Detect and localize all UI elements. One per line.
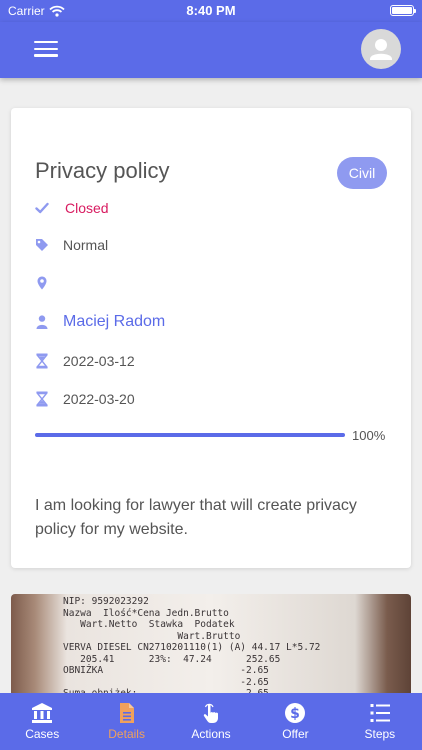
location-pin-icon [35,275,49,291]
case-person-link[interactable]: Maciej Radom [63,313,165,331]
tag-icon [35,237,49,253]
tab-cases-label: Cases [25,727,60,741]
attachment-photo[interactable]: NIP: 9592023292 Nazwa Ilość*Cena Jedn.Bru… [11,594,411,693]
case-details-content[interactable]: Privacy policy Civil Closed Normal Macie [0,78,422,693]
tap-hand-icon [200,702,222,724]
tab-details[interactable]: Details [84,693,168,750]
receipt-line: 205.41 23%: 47.24 252.65 [63,653,281,665]
tab-steps-label: Steps [364,727,396,741]
case-priority: Normal [63,237,109,253]
priority-row: Normal [35,233,108,257]
clock: 8:40 PM [186,3,236,18]
tab-steps[interactable]: Steps [338,693,422,750]
status-bar: Carrier 8:40 PM [0,0,422,22]
receipt-text: NIP: 9592023292 Nazwa Ilość*Cena Jedn.Bru… [63,596,320,693]
progress-bar [35,433,345,437]
receipt-line: OBNIŻKA -2.65 [63,665,269,676]
tab-actions[interactable]: Actions [169,693,253,750]
person-row: Maciej Radom [35,310,165,334]
battery-icon [390,5,416,16]
case-status: Closed [65,200,109,216]
receipt-line: -2.65 [63,676,269,688]
case-start-date: 2022-03-12 [63,353,135,369]
bank-icon [31,702,53,724]
start-date-row: 2022-03-12 [35,349,135,373]
svg-text:$: $ [291,706,301,722]
tab-offer-label: Offer [282,727,309,741]
case-description: I am looking for lawyer that will create… [35,497,357,538]
receipt-line: Wart.Brutto [63,630,241,642]
receipt-line: VERVA DIESEL CN2710201110(1) (A) 44.17 L… [63,642,321,653]
person-icon [35,314,49,330]
hourglass-start-icon [35,353,49,369]
hamburger-menu-icon[interactable] [34,41,58,59]
case-title: Privacy policy [35,158,170,183]
progress-percent: 100% [352,428,386,443]
check-icon [35,200,49,216]
end-date-row: 2022-03-20 [35,387,135,411]
case-category-badge[interactable]: Civil [337,157,387,189]
app-bar [0,22,422,78]
dollar-icon: $ [284,702,306,724]
numbered-list-icon [369,702,391,724]
tab-cases[interactable]: Cases [0,693,84,750]
location-row [35,271,49,295]
tab-details-label: Details [108,727,145,741]
tab-actions-label: Actions [191,727,231,741]
status-row: Closed [35,196,109,220]
document-icon [116,702,138,724]
case-end-date: 2022-03-20 [63,391,135,407]
receipt-line: Nazwa Ilość*Cena Jedn.Brutto [63,607,229,619]
hourglass-end-icon [35,391,49,407]
receipt-line: NIP: 9592023292 [63,596,149,607]
receipt-line: Wart.Netto Stawka Podatek [63,619,235,630]
case-card: Privacy policy Civil Closed Normal Macie [11,108,411,568]
bottom-navigation: Cases Details Actions $ Offer Steps [0,693,422,750]
user-avatar-icon[interactable] [361,29,401,69]
tab-offer[interactable]: $ Offer [253,693,337,750]
